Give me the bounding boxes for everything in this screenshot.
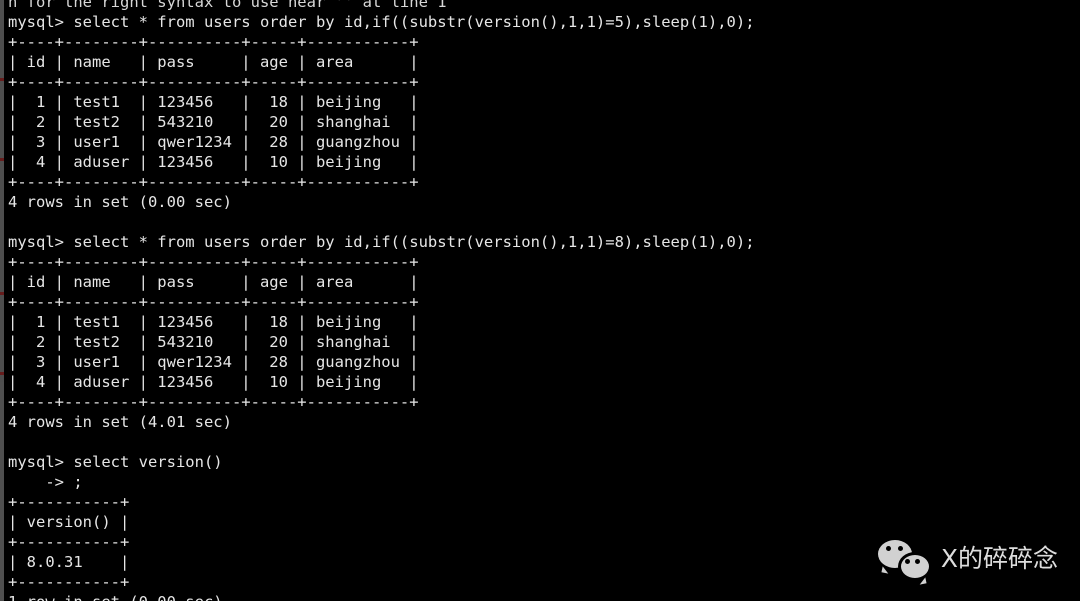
terminal-left-gutter [0, 0, 4, 601]
result-status: 1 row in set (0.00 sec) [8, 592, 755, 601]
terminal-line: | version() | [8, 513, 130, 531]
terminal-window[interactable]: n for the right syntax to use near '' at… [0, 0, 1080, 601]
terminal-line: +----+--------+----------+-----+--------… [8, 393, 419, 411]
table-row: | 8.0.31 | [8, 553, 130, 571]
table-row: | 3 | user1 | qwer1234 | 28 | guangzhou … [8, 353, 419, 371]
table-row: | 2 | test2 | 543210 | 20 | shanghai | [8, 333, 419, 351]
result-status: 4 rows in set (4.01 sec) [8, 413, 232, 431]
terminal-line: | id | name | pass | age | area | [8, 53, 419, 71]
terminal-line: +----+--------+----------+-----+--------… [8, 33, 419, 51]
terminal-output: n for the right syntax to use near '' at… [8, 0, 755, 601]
terminal-line: +-----------+ [8, 533, 130, 551]
watermark: X的碎碎念 [877, 538, 1058, 581]
table-row: | 4 | aduser | 123456 | 10 | beijing | [8, 373, 419, 391]
table-row: | 1 | test1 | 123456 | 18 | beijing | [8, 93, 419, 111]
result-status: 4 rows in set (0.00 sec) [8, 193, 232, 211]
terminal-line: +----+--------+----------+-----+--------… [8, 73, 419, 91]
terminal-line-command: mysql> select * from users order by id,i… [8, 233, 755, 251]
wechat-icon [877, 538, 932, 581]
watermark-text: X的碎碎念 [940, 544, 1058, 573]
terminal-line: +----+--------+----------+-----+--------… [8, 173, 419, 191]
table-row: | 3 | user1 | qwer1234 | 28 | guangzhou … [8, 133, 419, 151]
terminal-line-command: mysql> select * from users order by id,i… [8, 13, 755, 31]
terminal-line: +-----------+ [8, 493, 130, 511]
table-row: | 4 | aduser | 123456 | 10 | beijing | [8, 153, 419, 171]
terminal-line: +-----------+ [8, 573, 130, 591]
terminal-line: +----+--------+----------+-----+--------… [8, 253, 419, 271]
terminal-line: +----+--------+----------+-----+--------… [8, 293, 419, 311]
terminal-line: | id | name | pass | age | area | [8, 273, 419, 291]
table-row: | 2 | test2 | 543210 | 20 | shanghai | [8, 113, 419, 131]
terminal-line: n for the right syntax to use near '' at… [8, 0, 447, 11]
table-row: | 1 | test1 | 123456 | 18 | beijing | [8, 313, 419, 331]
terminal-line-command: mysql> select version() [8, 453, 223, 471]
terminal-line-continuation: -> ; [8, 473, 83, 491]
